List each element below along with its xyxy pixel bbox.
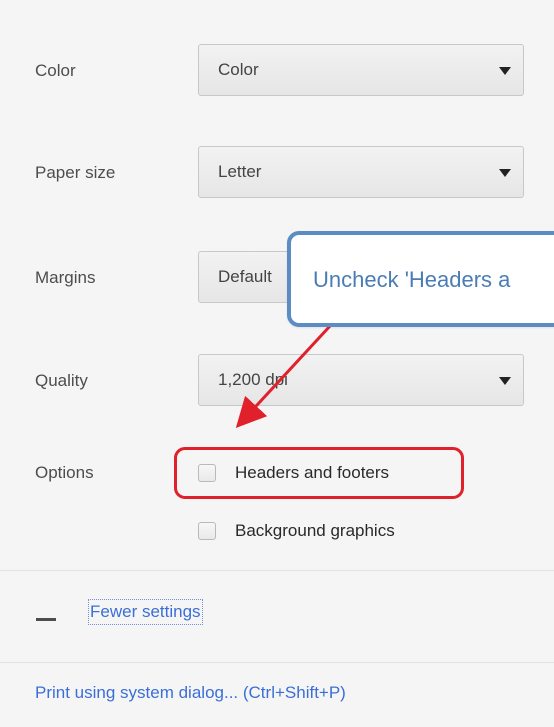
background-graphics-checkbox[interactable] [198,522,216,540]
quality-select-value: 1,200 dpi [218,370,288,389]
background-graphics-label[interactable]: Background graphics [235,521,395,541]
headers-footers-highlight [174,447,464,499]
paper-size-select-value: Letter [218,162,262,181]
color-select[interactable]: Color [198,44,524,96]
paper-size-label: Paper size [35,163,116,182]
color-label: Color [35,61,76,80]
quality-select[interactable]: 1,200 dpi [198,354,524,406]
quality-label: Quality [35,371,88,390]
dropdown-caret-icon [499,67,511,75]
paper-size-select[interactable]: Letter [198,146,524,198]
fewer-settings-link[interactable]: Fewer settings [88,599,203,625]
margins-label: Margins [35,268,96,287]
system-dialog-link[interactable]: Print using system dialog... (Ctrl+Shift… [35,683,346,703]
callout-text: Uncheck 'Headers a [313,267,511,292]
instruction-callout: Uncheck 'Headers a [287,231,554,327]
section-divider [0,662,554,663]
margins-select-value: Default [218,267,272,286]
collapse-minus-icon[interactable] [36,618,56,621]
dropdown-caret-icon [499,169,511,177]
dropdown-caret-icon [499,377,511,385]
color-select-value: Color [218,60,259,79]
background-graphics-option[interactable]: Background graphics [198,519,395,543]
fewer-settings-row: Fewer settings [0,570,554,662]
options-label: Options [35,463,94,482]
